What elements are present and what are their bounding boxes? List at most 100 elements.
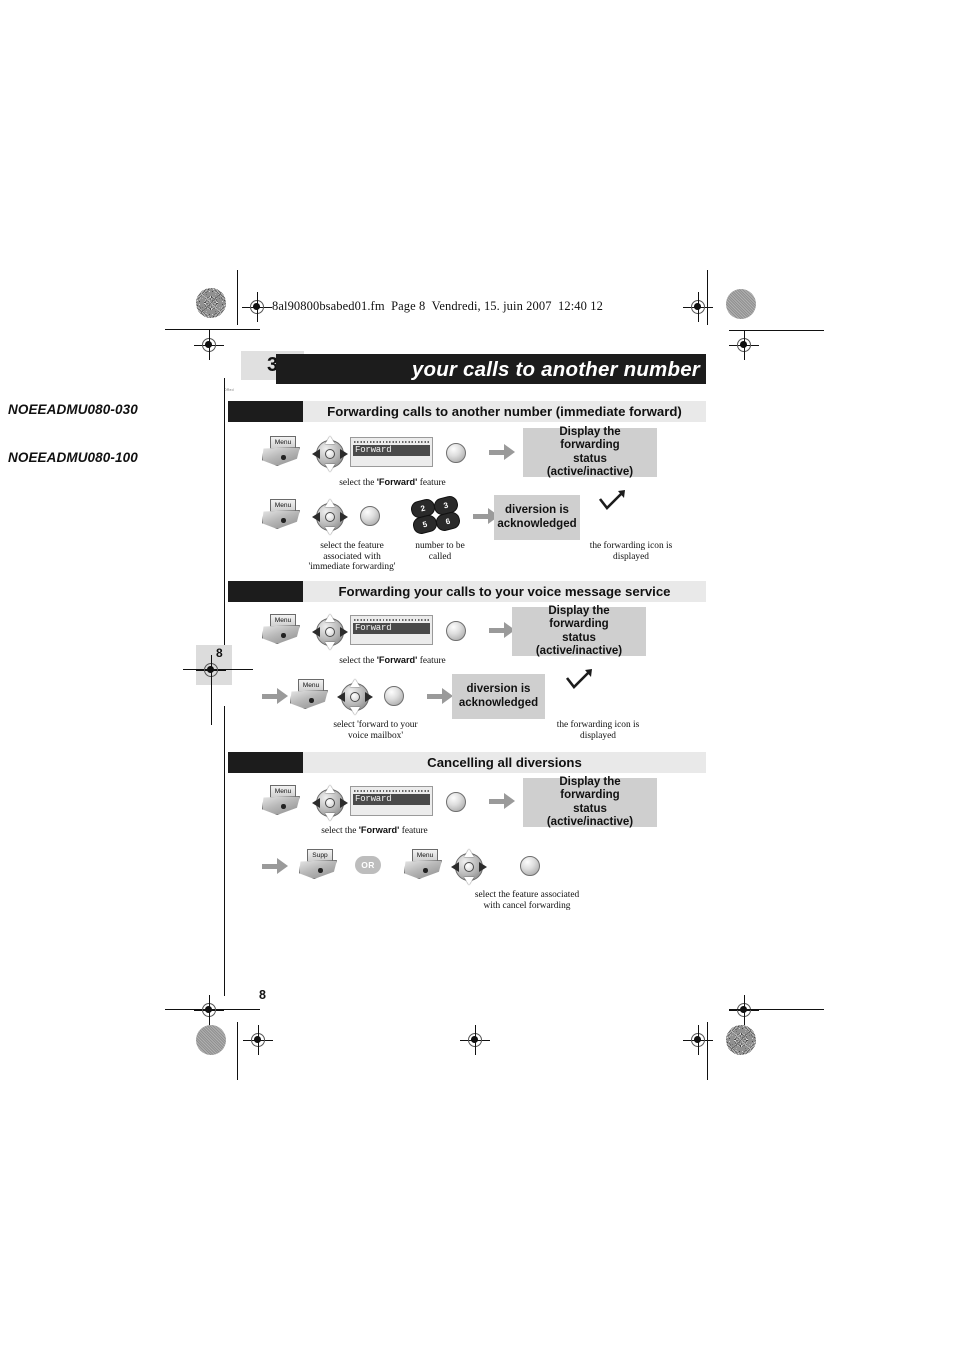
caption-line-1: the forwarding icon is bbox=[556, 720, 640, 730]
caption-pre: select the bbox=[339, 478, 377, 488]
caption-number-to-call-s1: number to be called bbox=[396, 541, 484, 562]
nav-right-arrow-icon bbox=[340, 798, 348, 808]
caption-select-forward-s2: select the 'Forward' feature bbox=[300, 655, 485, 667]
navigator-key-s3r2[interactable] bbox=[451, 849, 487, 885]
caption-line-1: the forwarding icon is bbox=[589, 541, 673, 551]
nav-right-arrow-icon bbox=[340, 512, 348, 522]
menu-key-s3r1[interactable]: Menu bbox=[262, 785, 302, 817]
keypad-digits-icon[interactable]: 2 3 5 6 bbox=[410, 495, 461, 535]
nav-up-arrow-icon bbox=[325, 499, 335, 507]
lcd-dotted-line bbox=[354, 790, 429, 792]
caption-post: feature bbox=[417, 656, 446, 666]
nav-down-arrow-icon bbox=[464, 877, 474, 885]
navigator-center-ok[interactable] bbox=[325, 512, 335, 522]
navigator-center-ok[interactable] bbox=[325, 627, 335, 637]
nav-left-arrow-icon bbox=[451, 862, 459, 872]
menu-key-dot-icon bbox=[423, 868, 428, 873]
halftone-dot-top-right bbox=[726, 289, 756, 319]
caption-line-2: called bbox=[428, 551, 452, 562]
menu-key-dot-icon bbox=[281, 455, 286, 460]
menu-key-label: Menu bbox=[270, 499, 296, 512]
halftone-dot-bottom-right bbox=[726, 1025, 756, 1055]
section-title-immediate-forward: Forwarding calls to another number (imme… bbox=[327, 404, 682, 419]
caption-line-2: displayed bbox=[580, 730, 616, 741]
tiny-registration-text: ORed bbox=[224, 388, 234, 392]
flow-arrow-s1r1 bbox=[489, 444, 515, 460]
navigator-center-ok[interactable] bbox=[325, 798, 335, 808]
page-left-edge-rule-lower bbox=[224, 706, 226, 996]
caption-bold: 'Forward' bbox=[376, 655, 418, 665]
supp-key-s3r2[interactable]: Supp bbox=[299, 849, 339, 881]
round-soft-key-s1r1[interactable] bbox=[446, 443, 466, 463]
navigator-center-ok[interactable] bbox=[464, 862, 474, 872]
nav-left-arrow-icon bbox=[312, 627, 320, 637]
callout-display-status-s2: Display the forwarding status (active/in… bbox=[512, 605, 646, 657]
nav-left-arrow-icon bbox=[337, 692, 345, 702]
menu-key-s2r2[interactable]: Menu bbox=[290, 679, 330, 711]
menu-key-s1r2[interactable]: Menu bbox=[262, 499, 302, 531]
callout-display-status-s1: Display the forwarding status (active/in… bbox=[523, 426, 657, 478]
caption-line-3: 'immediate forwarding' bbox=[308, 562, 396, 573]
nav-left-arrow-icon bbox=[312, 798, 320, 808]
menu-key-label: Menu bbox=[270, 614, 296, 627]
halftone-dot-top-left bbox=[196, 288, 226, 318]
registration-mark-top-left bbox=[242, 292, 272, 322]
margin-code-1: NOEEADMU080-100 bbox=[8, 450, 138, 465]
nav-right-arrow-icon bbox=[365, 692, 373, 702]
forwarding-tick-icon-s2 bbox=[565, 669, 592, 689]
callout-line-1: diversion is bbox=[505, 504, 569, 516]
registration-mark-bottom-center bbox=[460, 1025, 490, 1055]
section-block-marker bbox=[228, 752, 303, 773]
or-badge-s3r2: OR bbox=[355, 856, 381, 874]
menu-key-s3r2[interactable]: Menu bbox=[404, 849, 444, 881]
menu-key-label: Menu bbox=[270, 436, 296, 449]
menu-key-dot-icon bbox=[309, 698, 314, 703]
callout-line-1: diversion is bbox=[466, 683, 531, 695]
nav-right-arrow-icon bbox=[340, 627, 348, 637]
lcd-screen-s3r1: Forward bbox=[350, 786, 433, 816]
round-soft-key-s2r2[interactable] bbox=[384, 686, 404, 706]
navigator-key-s3r1[interactable] bbox=[312, 785, 348, 821]
navigator-center-ok[interactable] bbox=[350, 692, 360, 702]
menu-key-s1r1[interactable]: Menu bbox=[262, 436, 302, 468]
flow-arrow-s3r1 bbox=[489, 793, 515, 809]
navigator-key-s1r2[interactable] bbox=[312, 499, 348, 535]
caption-bold: 'Forward' bbox=[376, 477, 418, 487]
nav-right-arrow-icon bbox=[340, 449, 348, 459]
page-left-edge-rule bbox=[224, 378, 226, 668]
nav-down-arrow-icon bbox=[325, 642, 335, 650]
lcd-dotted-line bbox=[354, 619, 429, 621]
navigator-key-s1r1[interactable] bbox=[312, 436, 348, 472]
chapter-title: your calls to another number bbox=[411, 358, 700, 381]
registration-mark-top-right-inner bbox=[683, 292, 713, 322]
lcd-selected-item: Forward bbox=[353, 623, 430, 634]
menu-key-dot-icon bbox=[281, 633, 286, 638]
menu-key-s2r1[interactable]: Menu bbox=[262, 614, 302, 646]
caption-bold: 'Forward' bbox=[358, 825, 400, 835]
caption-pre: select the bbox=[339, 656, 377, 666]
nav-down-arrow-icon bbox=[325, 464, 335, 472]
lcd-screen-s2r1: Forward bbox=[350, 615, 433, 645]
round-soft-key-s3r2[interactable] bbox=[520, 856, 540, 876]
navigator-center-ok[interactable] bbox=[325, 449, 335, 459]
keypad-digit-5: 5 bbox=[412, 514, 438, 535]
callout-line-2: status (active/inactive) bbox=[546, 802, 634, 829]
navigator-key-s2r2[interactable] bbox=[337, 679, 373, 715]
nav-up-arrow-icon bbox=[325, 785, 335, 793]
nav-up-arrow-icon bbox=[464, 849, 474, 857]
menu-key-dot-icon bbox=[281, 518, 286, 523]
lcd-screen-s1r1: Forward bbox=[350, 437, 433, 467]
caption-pre: select the bbox=[321, 826, 359, 836]
menu-key-label: Menu bbox=[298, 679, 324, 692]
nav-down-arrow-icon bbox=[350, 707, 360, 715]
crop-rule-bottom-right-horizontal bbox=[729, 1009, 824, 1011]
round-soft-key-s2r1[interactable] bbox=[446, 621, 466, 641]
round-soft-key-s3r1[interactable] bbox=[446, 792, 466, 812]
registration-mark-bottom-left bbox=[243, 1025, 273, 1055]
registration-mark-upper-left bbox=[194, 330, 224, 360]
navigator-key-s2r1[interactable] bbox=[312, 614, 348, 650]
round-soft-key-s1r2[interactable] bbox=[360, 506, 380, 526]
nav-up-arrow-icon bbox=[350, 679, 360, 687]
supp-key-dot-icon bbox=[318, 868, 323, 873]
crop-rule-bottom-right-vertical bbox=[707, 1022, 709, 1080]
